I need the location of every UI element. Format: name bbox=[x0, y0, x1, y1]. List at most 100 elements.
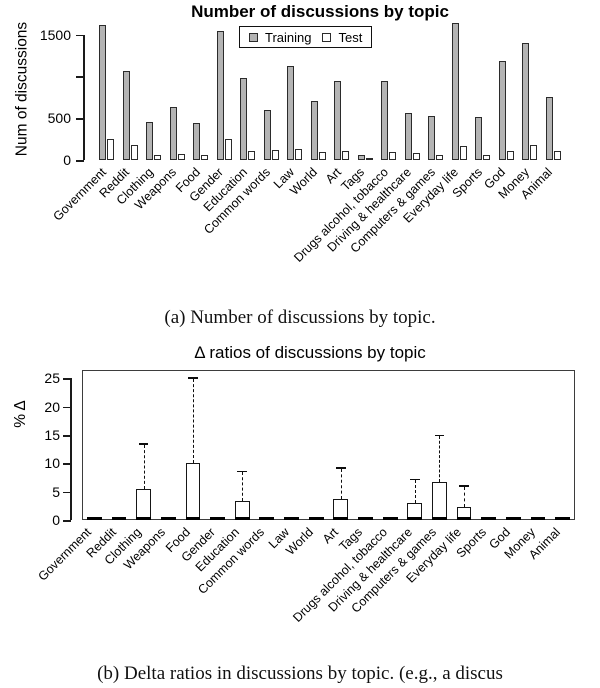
bar-training bbox=[498, 61, 506, 160]
legend-label-training: Training bbox=[265, 29, 312, 45]
bar-test bbox=[201, 154, 209, 160]
bar-chart-y-tick-label: 500 bbox=[47, 110, 71, 127]
boxplot-y-tick-label: 5 bbox=[52, 483, 60, 500]
boxplot-y-tick bbox=[63, 406, 71, 409]
boxplot-whisker-cap bbox=[188, 376, 198, 379]
bar-test bbox=[271, 149, 279, 160]
boxplot-median bbox=[86, 516, 102, 520]
bar-training bbox=[216, 30, 224, 160]
boxplot-median bbox=[407, 516, 423, 520]
figure-root: Number of discussions by topic Num of di… bbox=[0, 0, 600, 688]
bar-test bbox=[436, 155, 444, 160]
bar-test bbox=[506, 151, 514, 160]
bar-training bbox=[381, 80, 389, 160]
bar-training bbox=[287, 66, 295, 160]
bar-test bbox=[107, 139, 115, 160]
bar-test bbox=[459, 145, 467, 160]
boxplot-median bbox=[284, 516, 299, 520]
boxplot-plot-area bbox=[82, 370, 575, 520]
boxplot-whisker bbox=[340, 468, 342, 500]
bar-test bbox=[553, 151, 561, 160]
bar-test bbox=[530, 144, 538, 160]
boxplot-median bbox=[308, 516, 324, 520]
boxplot-whisker-cap bbox=[237, 470, 248, 473]
bar-training bbox=[99, 24, 107, 160]
legend-swatch-training-icon bbox=[249, 32, 258, 42]
legend-label-test: Test bbox=[338, 29, 363, 45]
boxplot-median bbox=[160, 516, 176, 520]
boxplot-whisker-cap bbox=[459, 485, 469, 488]
boxplot-median bbox=[358, 516, 373, 520]
boxplot-y-tick bbox=[63, 463, 71, 465]
boxplot-y-tick-label: 0 bbox=[52, 512, 60, 528]
bar-chart-y-axis-line bbox=[83, 34, 85, 160]
boxplot-whisker bbox=[242, 472, 244, 501]
bar-training bbox=[146, 121, 154, 160]
boxplot-whisker-cap bbox=[335, 466, 346, 469]
caption-b: (b) Delta ratios in discussions by topic… bbox=[97, 663, 503, 684]
bar-training bbox=[522, 43, 530, 160]
bar-chart-y-tick bbox=[76, 76, 84, 79]
boxplot-box bbox=[432, 482, 447, 520]
boxplot-y-tick-label: 20 bbox=[44, 398, 60, 415]
bar-training bbox=[545, 96, 553, 160]
bar-training bbox=[263, 109, 271, 160]
bar-training bbox=[357, 155, 365, 160]
bar-training bbox=[404, 113, 412, 160]
boxplot-median bbox=[456, 516, 472, 520]
bar-test bbox=[483, 155, 491, 160]
boxplot-median bbox=[555, 516, 571, 520]
bar-test bbox=[318, 152, 326, 160]
boxplot-median bbox=[136, 516, 151, 520]
boxplot-y-tick-label: 15 bbox=[44, 427, 60, 444]
boxplot-whisker bbox=[439, 436, 441, 483]
legend-swatch-test-icon bbox=[322, 32, 332, 42]
bar-chart-panel: Number of discussions by topic Num of di… bbox=[0, 0, 600, 300]
bar-training bbox=[169, 106, 177, 160]
boxplot-median bbox=[185, 516, 201, 520]
bar-chart-y-tick bbox=[76, 34, 84, 37]
boxplot-y-tick bbox=[63, 435, 71, 437]
bar-training bbox=[122, 71, 130, 160]
bar-test bbox=[224, 139, 232, 160]
boxplot-median bbox=[530, 516, 546, 520]
bar-training bbox=[475, 116, 483, 160]
boxplot-median bbox=[210, 516, 225, 520]
boxplot-whisker bbox=[192, 378, 194, 464]
boxplot-y-tick-label: 10 bbox=[44, 455, 60, 472]
boxplot-median bbox=[234, 516, 250, 520]
bar-test bbox=[248, 151, 256, 160]
boxplot-title: Δ ratios of discussions by topic bbox=[194, 343, 426, 362]
bar-test bbox=[130, 145, 138, 160]
boxplot-median bbox=[111, 516, 127, 520]
boxplot-median bbox=[333, 516, 349, 520]
boxplot-y-tick-label: 25 bbox=[44, 370, 60, 387]
bar-training bbox=[240, 78, 248, 160]
bar-test bbox=[389, 152, 397, 160]
bar-chart-y-tick bbox=[76, 118, 84, 120]
bar-training bbox=[428, 115, 436, 160]
boxplot-y-tick bbox=[63, 491, 71, 494]
bar-test bbox=[365, 158, 373, 160]
bar-training bbox=[334, 81, 342, 160]
boxplot-whisker bbox=[414, 480, 416, 504]
bar-chart-y-tick-label: 1500 bbox=[39, 26, 71, 43]
bar-training bbox=[451, 23, 459, 160]
boxplot-whisker-cap bbox=[409, 478, 420, 481]
boxplot-y-axis-line bbox=[70, 378, 72, 520]
boxplot-median bbox=[432, 516, 447, 520]
bar-chart-y-tick-label: 0 bbox=[63, 152, 71, 168]
boxplot-median bbox=[382, 516, 398, 520]
boxplot-whisker bbox=[143, 444, 145, 489]
boxplot-y-tick bbox=[63, 378, 71, 381]
legend-entry-test: Test bbox=[322, 30, 362, 45]
legend-entry-training: Training bbox=[249, 30, 311, 45]
boxplot-box bbox=[136, 488, 151, 520]
boxplot-whisker bbox=[464, 487, 466, 507]
boxplot-median bbox=[505, 516, 521, 520]
boxplot-whisker-cap bbox=[138, 443, 149, 445]
bar-test bbox=[412, 153, 420, 160]
bar-test bbox=[154, 155, 162, 160]
boxplot-whisker-cap bbox=[434, 434, 445, 437]
bar-test bbox=[342, 150, 350, 160]
